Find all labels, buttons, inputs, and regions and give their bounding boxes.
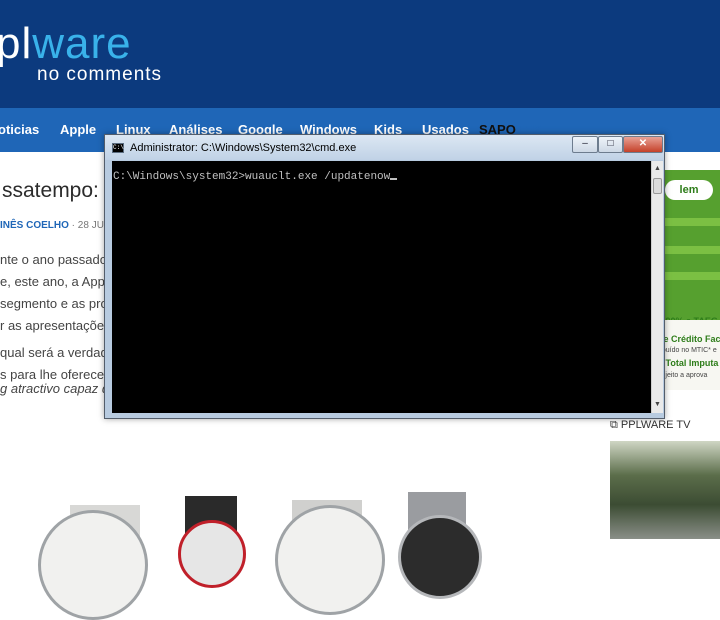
scroll-up-arrow-icon[interactable]: ▲ [652,163,663,175]
watch-face [398,515,482,599]
article-text-line: r as apresentaçõe [0,318,105,333]
site-header: plware no comments [0,0,720,108]
nav-item-apple[interactable]: Apple [60,122,96,137]
pplware-tv-label: PPLWARE TV [620,419,691,431]
byline-author[interactable]: INÊS COELHO [0,220,69,231]
cmd-window[interactable]: C:\ Administrator: C:\Windows\System32\c… [104,134,665,419]
ad-logo: lem [665,180,713,200]
article-text-line: segmento e as pro [0,296,108,311]
article-text-line: nte o ano passado a [0,252,118,267]
ad-text: e Total Imputa [658,358,719,368]
site-logo[interactable]: plware [0,22,132,66]
article-byline: INÊS COELHO · 28 JUL 2 [0,220,117,231]
nav-item-noticias[interactable]: oticias [0,122,39,137]
pplware-tv-video-thumbnail[interactable] [610,441,720,539]
cmd-app-icon: C:\ [112,143,124,153]
cmd-window-title: Administrator: C:\Windows\System32\cmd.e… [130,142,357,154]
article-text-line: qual será a verdade [0,345,115,360]
cmd-command-text: wuauclt.exe /updatenow [245,171,391,183]
article-text-line: s para lhe oferecer [0,367,109,382]
logo-text-partial: pl [0,19,33,68]
article-text-line: e, este ano, a Apple [0,274,115,289]
logo-tagline: no comments [37,64,163,85]
ad-text: de Crédito Fac [658,334,720,344]
maximize-button[interactable]: □ [598,136,623,153]
scroll-down-arrow-icon[interactable]: ▼ [652,399,663,411]
watch-face [275,505,385,615]
cmd-prompt: C:\Windows\system32> [113,171,246,183]
watch-face [38,510,148,620]
scrollbar-thumb[interactable] [653,178,662,194]
article-text-line: g atractivo capaz d [0,381,110,396]
external-link-icon: ⧉ [610,419,621,431]
cmd-titlebar[interactable]: C:\ Administrator: C:\Windows\System32\c… [105,135,664,160]
close-button[interactable]: ✕ [623,136,663,153]
minimize-button[interactable]: – [572,136,598,153]
logo-text-accent: ware [32,19,132,68]
watch-face [178,520,246,588]
cmd-cursor [390,178,398,180]
cmd-vertical-scrollbar[interactable]: ▲ ▼ [651,161,663,413]
cmd-console-area[interactable]: C:\Windows\system32>wuauclt.exe /updaten… [112,161,651,413]
pplware-tv-header[interactable]: ⧉ PPLWARE TV [610,419,690,432]
ad-text: sujeito a aprova [658,372,708,379]
cmd-input-line[interactable]: C:\Windows\system32>wuauclt.exe /updaten… [113,171,398,183]
ad-text: ribuído no MTIC* e [658,347,717,354]
